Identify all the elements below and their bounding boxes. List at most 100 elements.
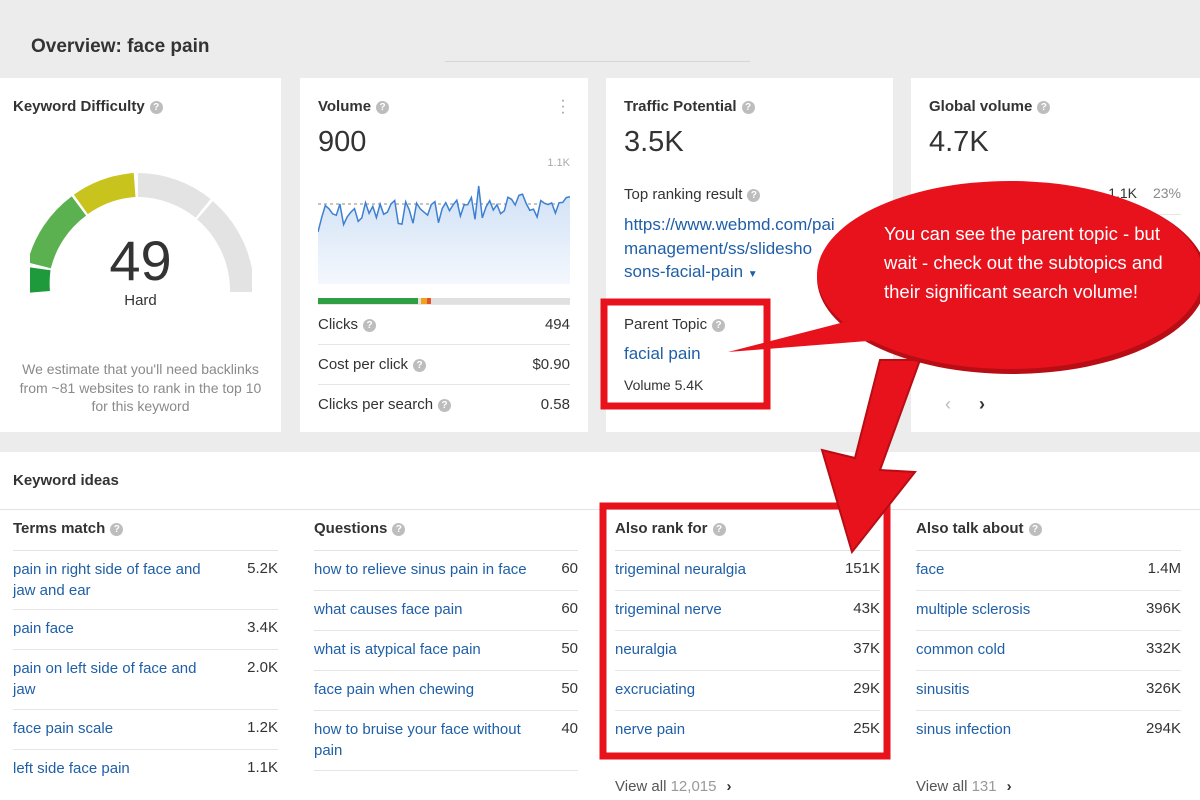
kd-title: Keyword Difficulty? bbox=[13, 98, 163, 115]
list-item: excruciating 29K bbox=[615, 671, 880, 711]
keyword-link[interactable]: pain in right side of face and jaw and e… bbox=[13, 560, 223, 601]
parent-topic-label: Parent Topic? bbox=[624, 316, 726, 333]
also-talk-about-column: Also talk about? face 1.4M multiple scler… bbox=[916, 510, 1181, 800]
cpc-row: Cost per click? $0.90 bbox=[318, 344, 570, 384]
keyword-ideas-panel: Keyword ideas Terms match? pain in right… bbox=[0, 452, 1200, 800]
keyword-difficulty-card: Keyword Difficulty? 49 Hard We estimate … bbox=[0, 78, 281, 432]
list-item: how to bruise your face without pain 40 bbox=[314, 711, 578, 771]
questions-column: Questions? how to relieve sinus pain in … bbox=[314, 510, 578, 800]
list-item: sinus infection 294K bbox=[916, 711, 1181, 751]
list-item: face 1.4M bbox=[916, 551, 1181, 591]
keyword-ideas-title: Keyword ideas bbox=[13, 472, 119, 489]
volume-area bbox=[318, 186, 570, 284]
keyword-link[interactable]: trigeminal neuralgia bbox=[615, 560, 746, 581]
keyword-link[interactable]: pain on left side of face and jaw bbox=[13, 659, 218, 700]
keyword-link[interactable]: neuralgia bbox=[615, 640, 677, 661]
list-item: how to relieve sinus pain in face 60 bbox=[314, 551, 578, 591]
list-item: sinusitis 326K bbox=[916, 671, 1181, 711]
list-item: pain face 3.4K bbox=[13, 610, 278, 650]
callout-text: You can see the parent topic - but wait … bbox=[884, 223, 1163, 302]
help-icon[interactable]: ? bbox=[438, 399, 452, 412]
traffic-potential-card: Traffic Potential? 3.5K Top ranking resu… bbox=[606, 78, 893, 432]
keyword-link[interactable]: multiple sclerosis bbox=[916, 600, 1030, 621]
global-title: Global volume? bbox=[929, 98, 1051, 115]
help-icon[interactable]: ? bbox=[1028, 523, 1042, 536]
list-item: what is atypical face pain 50 bbox=[314, 631, 578, 671]
keyword-link[interactable]: face pain scale bbox=[13, 719, 113, 740]
help-icon[interactable]: ? bbox=[363, 319, 376, 332]
prev-page-icon[interactable]: ‹ bbox=[945, 394, 951, 414]
help-icon[interactable]: ? bbox=[149, 101, 163, 114]
keyword-link[interactable]: face pain when chewing bbox=[314, 680, 474, 701]
difficulty-label: Hard bbox=[124, 292, 157, 309]
column-heading: Terms match? bbox=[13, 520, 124, 537]
top-result-link[interactable]: https://www.webmd.com/pai management/ss/… bbox=[624, 213, 886, 287]
keyword-link[interactable]: left side face pain bbox=[13, 759, 130, 780]
list-item: trigeminal nerve 43K bbox=[615, 591, 880, 631]
list-item: pain in right side of face and jaw and e… bbox=[13, 551, 278, 610]
keyword-link[interactable]: sinusitis bbox=[916, 680, 969, 701]
list-item: face pain scale 1.2K bbox=[13, 710, 278, 750]
parent-topic-link[interactable]: facial pain bbox=[624, 344, 701, 364]
volume-card: Volume? · · · 900 1.1K Clicks? 494 Cost per… bbox=[300, 78, 588, 432]
column-heading: Also rank for? bbox=[615, 520, 726, 537]
chevron-right-icon: › bbox=[1006, 778, 1012, 795]
parent-topic-volume: Volume 5.4K bbox=[624, 377, 704, 393]
difficulty-note: We estimate that you'll need backlinks f… bbox=[19, 361, 262, 414]
column-heading: Also talk about? bbox=[916, 520, 1042, 537]
more-options-icon[interactable]: · · · bbox=[560, 93, 566, 121]
list-item: neuralgia 37K bbox=[615, 631, 880, 671]
help-icon[interactable]: ? bbox=[747, 189, 761, 202]
traffic-value: 3.5K bbox=[624, 126, 684, 158]
view-all-link[interactable]: View all 12,015 › bbox=[615, 778, 731, 795]
volume-trend-chart bbox=[318, 185, 570, 284]
list-item: nerve pain 25K bbox=[615, 711, 880, 751]
gauge-segment-medium bbox=[73, 173, 136, 215]
help-icon[interactable]: ? bbox=[741, 101, 755, 114]
column-heading: Questions? bbox=[314, 520, 406, 537]
help-icon[interactable]: ? bbox=[110, 523, 124, 536]
keyword-link[interactable]: pain face bbox=[13, 619, 74, 640]
keyword-link[interactable]: sinus infection bbox=[916, 720, 1011, 741]
country-pager: ‹ › bbox=[945, 394, 1013, 415]
page-title: Overview: face pain bbox=[31, 36, 210, 57]
keyword-link[interactable]: how to bruise your face without pain bbox=[314, 720, 544, 761]
keyword-link[interactable]: how to relieve sinus pain in face bbox=[314, 560, 527, 581]
keyword-link[interactable]: what causes face pain bbox=[314, 600, 462, 621]
next-page-icon[interactable]: › bbox=[979, 394, 985, 414]
view-all-link[interactable]: View all 131 › bbox=[916, 778, 1012, 795]
gauge-segment-super-hard bbox=[137, 173, 211, 218]
traffic-title: Traffic Potential? bbox=[624, 98, 755, 115]
list-item: face pain when chewing 50 bbox=[314, 671, 578, 711]
dropdown-caret-icon[interactable]: ▼ bbox=[748, 269, 758, 280]
keyword-link[interactable]: common cold bbox=[916, 640, 1005, 661]
help-icon[interactable]: ? bbox=[392, 523, 406, 536]
help-icon[interactable]: ? bbox=[712, 319, 726, 332]
keyword-link[interactable]: face bbox=[916, 560, 944, 581]
chart-max-label: 1.1K bbox=[547, 157, 570, 169]
clicks-per-search-row: Clicks per search? 0.58 bbox=[318, 384, 570, 424]
list-item: common cold 332K bbox=[916, 631, 1181, 671]
list-item: trigeminal neuralgia 151K bbox=[615, 551, 880, 591]
help-icon[interactable]: ? bbox=[413, 359, 427, 372]
clicks-row: Clicks? 494 bbox=[318, 304, 570, 344]
keyword-link[interactable]: what is atypical face pain bbox=[314, 640, 481, 661]
list-item: what causes face pain 60 bbox=[314, 591, 578, 631]
list-item: left side face pain 1.1K bbox=[13, 750, 278, 790]
help-icon[interactable]: ? bbox=[1037, 101, 1051, 114]
title-divider bbox=[445, 61, 750, 62]
also-rank-for-column: Also rank for? trigeminal neuralgia 151K … bbox=[615, 510, 880, 800]
keyword-link[interactable]: trigeminal nerve bbox=[615, 600, 722, 621]
top-result-label: Top ranking result? bbox=[624, 186, 761, 203]
terms-match-column: Terms match? pain in right side of face … bbox=[13, 510, 278, 800]
keyword-link[interactable]: nerve pain bbox=[615, 720, 685, 741]
country-row: 1.1K 23% bbox=[929, 175, 1181, 215]
help-icon[interactable]: ? bbox=[376, 101, 390, 114]
list-item: multiple sclerosis 396K bbox=[916, 591, 1181, 631]
volume-value: 900 bbox=[318, 126, 367, 158]
keyword-link[interactable]: excruciating bbox=[615, 680, 695, 701]
list-item: pain on left side of face and jaw 2.0K bbox=[13, 650, 278, 710]
help-icon[interactable]: ? bbox=[712, 523, 726, 536]
global-value: 4.7K bbox=[929, 126, 989, 158]
difficulty-score: 49 bbox=[109, 229, 172, 292]
